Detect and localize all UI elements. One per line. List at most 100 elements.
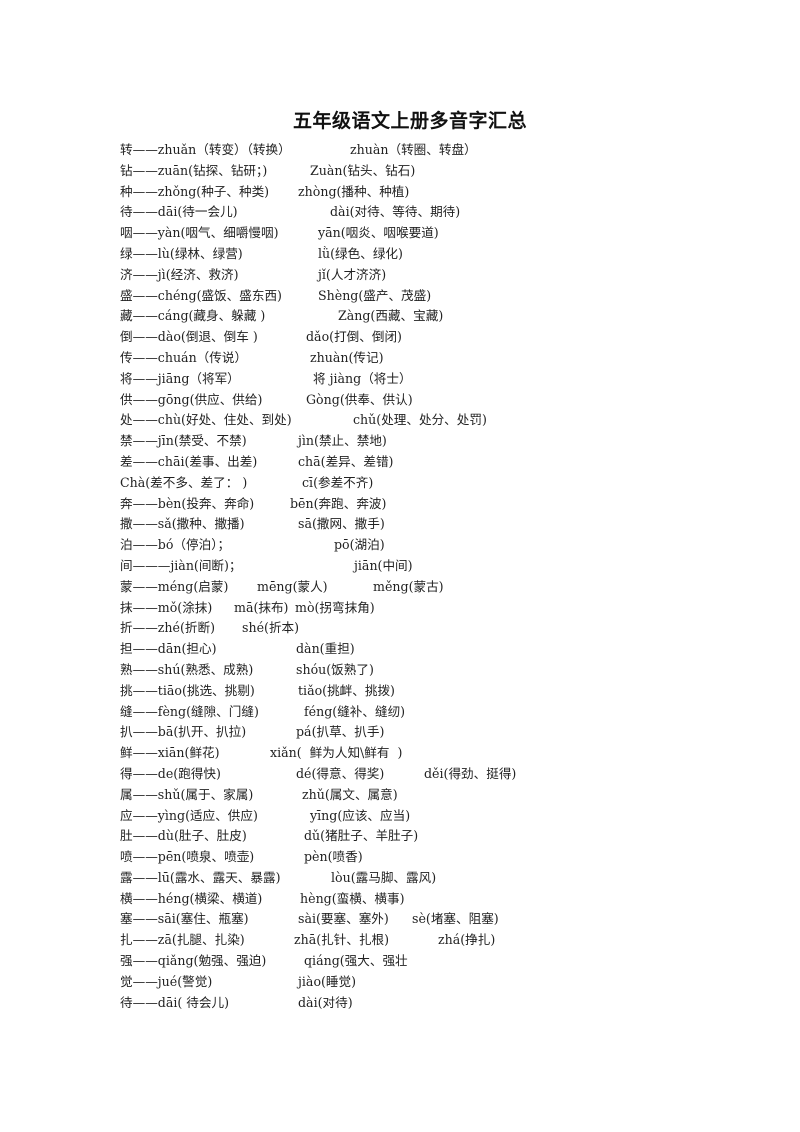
entry-alternate-reading: zhòng(播种、种植) [298,183,410,199]
polyphone-entry: 属——shǔ(属于、家属) zhǔ(属文、属意) [120,785,398,806]
entry-alternate-reading: děi(得劲、挺得) [424,765,517,781]
entry-primary-reading: 倒——dào(倒退、倒车 ) [120,329,258,345]
entry-primary-reading: 扎——zā(扎腿、扎染) [120,932,245,948]
polyphone-entry: 泊——bó（停泊）； pō(湖泊) [120,535,385,556]
entry-alternate-reading: pèn(喷香) [304,849,363,865]
polyphone-entry: 绿——lù(绿林、绿营) lǜ(绿色、绿化) [120,244,403,265]
entry-primary-reading: 传——chuán（传说） [120,349,248,365]
entry-primary-reading: 属——shǔ(属于、家属) [120,786,254,802]
entry-primary-reading: 奔——bèn(投奔、奔命) [120,495,255,511]
polyphone-entry: 担——dān(担心) dàn(重担) [120,639,355,660]
document-page: 五年级语文上册多音字汇总 转——zhuǎn（转变）（转换） zhuàn（转圈、转盘… [0,0,800,1132]
entry-alternate-reading: jǐ(人才济济) [318,266,387,282]
entry-primary-reading: 钻——zuān(钻探、钻研；) [120,162,268,178]
entry-alternate-reading: chā(差异、差错) [298,453,394,469]
entry-primary-reading: 盛——chéng(盛饭、盛东西) [120,287,282,303]
entry-primary-reading: 供——gōng(供应、供给) [120,391,263,407]
entry-alternate-reading: zhǔ(属文、属意) [302,786,398,802]
polyphone-entry: 盛——chéng(盛饭、盛东西) Shèng(盛产、茂盛) [120,286,431,307]
entry-alternate-reading: zhuàn(传记) [310,349,384,365]
entry-alternate-reading: shé(折本) [242,620,300,636]
entry-primary-reading: 担——dān(担心) [120,641,217,657]
entry-primary-reading: 转——zhuǎn（转变）（转换） [120,142,291,157]
polyphone-entry: 喷——pēn(喷泉、喷壶) pèn(喷香) [120,847,363,868]
polyphone-entry: 差——chāi(差事、出差) chā(差异、差错) [120,452,393,473]
entry-alternate-reading: Shèng(盛产、茂盛) [318,287,432,303]
entry-alternate-reading: tiǎo(挑衅、挑拨) [298,682,395,698]
entry-alternate-reading: Gòng(供奉、供认) [306,391,413,407]
polyphone-entry: 待——dāi(待一会儿) dài(对待、等待、期待) [120,202,460,223]
entry-primary-reading: 鲜——xiān(鲜花) [120,745,220,761]
entry-primary-reading: 蒙——méng(启蒙) [120,578,229,594]
polyphone-entry: 钻——zuān(钻探、钻研；) Zuàn(钻头、钻石) [120,161,415,182]
entry-alternate-reading: hèng(蛮横、横事) [300,890,405,906]
polyphone-entry: 鲜——xiān(鲜花) xiǎn( 鲜为人知\鲜有 ) [120,743,402,764]
entry-alternate-reading: chǔ(处理、处分、处罚) [353,412,487,428]
polyphone-entry: 扒——bā(扒开、扒拉) pá(扒草、扒手) [120,722,384,743]
polyphone-entry: 挑——tiāo(挑选、挑剔) tiǎo(挑衅、挑拨) [120,681,395,702]
polyphone-entry: 觉——jué(警觉) jiào(睡觉) [120,972,356,993]
polyphone-entry: 藏——cáng(藏身、躲藏 ) Zàng(西藏、宝藏) [120,306,443,327]
polyphone-entry: 熟——shú(熟悉、成熟) shóu(饭熟了) [120,660,374,681]
polyphone-entry: 奔——bèn(投奔、奔命) bēn(奔跑、奔波) [120,494,386,515]
entry-alternate-reading: jiān(中间) [354,557,413,573]
polyphone-entry: 咽——yàn(咽气、细嚼慢咽) yān(咽炎、咽喉要道) [120,223,439,244]
entry-alternate-reading: lǜ(绿色、绿化) [318,245,403,261]
entry-primary-reading: 得——de(跑得快) [120,765,221,781]
entry-alternate-reading: pá(扒草、扒手) [296,724,385,740]
polyphone-entry: 肚——dù(肚子、肚皮) dǔ(猪肚子、羊肚子) [120,826,418,847]
polyphone-entry: 抹——mǒ(涂抹) mā(抹布) mò(拐弯抹角) [120,598,375,619]
polyphone-entry: 得——de(跑得快) dé(得意、得奖) děi(得劲、挺得) [120,764,516,785]
entry-primary-reading: 熟——shú(熟悉、成熟) [120,661,254,677]
polyphone-entry: 应——yìng(适应、供应) yīng(应该、应当) [120,806,410,827]
entry-alternate-reading: dàn(重担) [296,641,355,657]
entry-primary-reading: 撒——sǎ(撒种、撒播) [120,516,245,532]
entry-primary-reading: 处——chù(好处、住处、到处) [120,412,292,428]
polyphone-entry: 撒——sǎ(撒种、撒播) sā(撒网、撒手) [120,514,385,535]
entry-primary-reading: 露——lū(露水、露天、暴露) [120,869,281,885]
entry-primary-reading: 塞——sāi(塞住、瓶塞) [120,911,249,927]
entry-alternate-reading: dài(对待) [298,994,353,1010]
entry-alternate-reading: jìn(禁止、禁地) [298,433,387,449]
entry-primary-reading: 待——dāi( 待会儿) [120,994,229,1010]
entry-primary-reading: 藏——cáng(藏身、躲藏 ) [120,308,266,324]
entry-alternate-reading: dài(对待、等待、期待) [330,204,461,220]
entry-alternate-reading: bēn(奔跑、奔波) [290,495,387,511]
polyphone-entry: 传——chuán（传说） zhuàn(传记) [120,348,384,369]
entry-primary-reading: 将——jiāng（将军） [120,370,240,386]
polyphone-entry: 折——zhé(折断) shé(折本) [120,618,299,639]
entry-primary-reading: 泊——bó（停泊）； [120,537,231,553]
entry-alternate-reading: Zàng(西藏、宝藏) [338,308,444,324]
entry-alternate-reading: zhā(扎针、扎根) [294,932,390,948]
entry-primary-reading: 绿——lù(绿林、绿营) [120,245,243,261]
title-text: 五年级语文上册多音字汇总 [292,110,527,132]
polyphone-entry: 济——jì(经济、救济) jǐ(人才济济) [120,265,386,286]
entry-alternate-reading: xiǎn( 鲜为人知\鲜有 ) [270,745,403,761]
entry-primary-reading: 喷——pēn(喷泉、喷壶) [120,849,255,865]
entry-primary-reading: 肚——dù(肚子、肚皮) [120,828,247,844]
entry-primary-reading: 差——chāi(差事、出差) [120,453,258,469]
entry-alternate-reading: lòu(露马脚、露风) [331,869,437,885]
entry-alternate-reading: 将 jiàng（将士） [313,370,412,386]
entry-primary-reading: 折——zhé(折断) [120,620,215,636]
entry-alternate-reading: qiáng(强大、强壮 [304,953,408,969]
entry-primary-reading: 待——dāi(待一会儿) [120,204,238,220]
entry-alternate-reading: yīng(应该、应当) [310,807,411,823]
entry-alternate-reading: cī(参差不齐) [302,474,374,490]
entry-alternate-reading: shóu(饭熟了) [296,661,374,677]
entry-alternate-reading: zhuàn（转圈、转盘） [350,142,477,157]
polyphone-entry: 转——zhuǎn（转变）（转换） zhuàn（转圈、转盘） [120,140,477,161]
entry-primary-reading: 抹——mǒ(涂抹) [120,599,213,615]
entry-alternate-reading: mēng(蒙人) [257,578,328,594]
polyphone-entry: 强——qiǎng(勉强、强迫) qiáng(强大、强壮 [120,951,408,972]
entry-alternate-reading: sā(撒网、撒手) [298,516,385,532]
entry-primary-reading: 间———jiàn(间断)； [120,557,242,573]
polyphone-entry: 缝——fèng(缝隙、门缝) féng(缝补、缝纫) [120,702,405,723]
entry-primary-reading: 禁——jīn(禁受、不禁) [120,433,247,449]
polyphone-entry: Chà(差不多、差了： ) cī(参差不齐) [120,473,373,494]
entry-alternate-reading: yān(咽炎、咽喉要道) [318,225,439,241]
polyphone-entry: 露——lū(露水、露天、暴露) lòu(露马脚、露风) [120,868,436,889]
polyphone-entry: 处——chù(好处、住处、到处) chǔ(处理、处分、处罚) [120,410,487,431]
polyphone-entry: 间———jiàn(间断)； jiān(中间) [120,556,413,577]
document-title: 五年级语文上册多音字汇总 [0,106,800,133]
